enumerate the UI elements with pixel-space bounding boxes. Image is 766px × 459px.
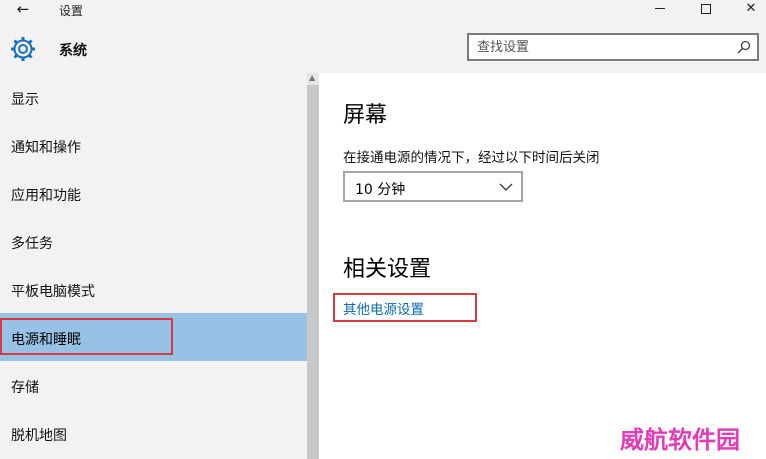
highlight-box-sidebar bbox=[0, 318, 173, 355]
screen-timeout-value: 10 分钟 bbox=[355, 182, 406, 198]
close-icon: ✕ bbox=[745, 1, 757, 16]
maximize-button[interactable] bbox=[692, 0, 720, 18]
sidebar-item-multitasking[interactable]: 多任务 bbox=[0, 217, 307, 265]
sidebar-scrollbar[interactable]: ▲ bbox=[307, 73, 319, 459]
sidebar-item-tablet-mode[interactable]: 平板电脑模式 bbox=[0, 265, 307, 313]
back-arrow-icon[interactable]: ← bbox=[12, 0, 34, 18]
window-title: 设置 bbox=[59, 4, 84, 18]
sidebar-item-apps[interactable]: 应用和功能 bbox=[0, 169, 307, 217]
sidebar-item-label: 多任务 bbox=[11, 236, 53, 252]
search-icon[interactable] bbox=[737, 40, 751, 54]
chevron-down-icon bbox=[499, 183, 513, 191]
settings-header: 系统 bbox=[0, 20, 766, 73]
sidebar-item-display[interactable]: 显示 bbox=[0, 73, 307, 121]
screen-timeout-dropdown[interactable]: 10 分钟 bbox=[343, 171, 523, 202]
sidebar-item-label: 平板电脑模式 bbox=[11, 284, 95, 300]
search-box[interactable] bbox=[467, 33, 759, 61]
minimize-icon bbox=[655, 8, 665, 9]
sidebar-item-label: 脱机地图 bbox=[11, 428, 67, 444]
sidebar-item-label: 通知和操作 bbox=[11, 140, 81, 156]
search-input[interactable] bbox=[477, 38, 727, 56]
sidebar-item-label: 显示 bbox=[11, 92, 39, 108]
title-bar: ← 设置 ✕ bbox=[0, 0, 766, 20]
highlight-box-link bbox=[333, 293, 477, 322]
maximize-icon bbox=[701, 3, 711, 14]
scrollbar-thumb[interactable] bbox=[307, 85, 319, 459]
close-button[interactable]: ✕ bbox=[737, 0, 765, 18]
screen-timeout-description: 在接通电源的情况下，经过以下时间后关闭 bbox=[343, 150, 600, 166]
sidebar-item-storage[interactable]: 存储 bbox=[0, 361, 307, 409]
sidebar-item-label: 存储 bbox=[11, 380, 39, 396]
sidebar: 显示 通知和操作 应用和功能 多任务 平板电脑模式 电源和睡眠 存储 脱机地图 bbox=[0, 73, 307, 459]
sidebar-item-notifications[interactable]: 通知和操作 bbox=[0, 121, 307, 169]
page-title: 系统 bbox=[59, 43, 87, 59]
minimize-button[interactable] bbox=[646, 0, 674, 18]
sidebar-item-label: 应用和功能 bbox=[11, 188, 81, 204]
scroll-up-icon[interactable]: ▲ bbox=[309, 73, 315, 82]
related-settings-heading: 相关设置 bbox=[343, 257, 432, 282]
sidebar-item-offline-maps[interactable]: 脱机地图 bbox=[0, 409, 307, 457]
screen-heading: 屏幕 bbox=[343, 103, 388, 128]
watermark: 威航软件园 bbox=[620, 426, 740, 454]
gear-icon bbox=[11, 37, 35, 61]
